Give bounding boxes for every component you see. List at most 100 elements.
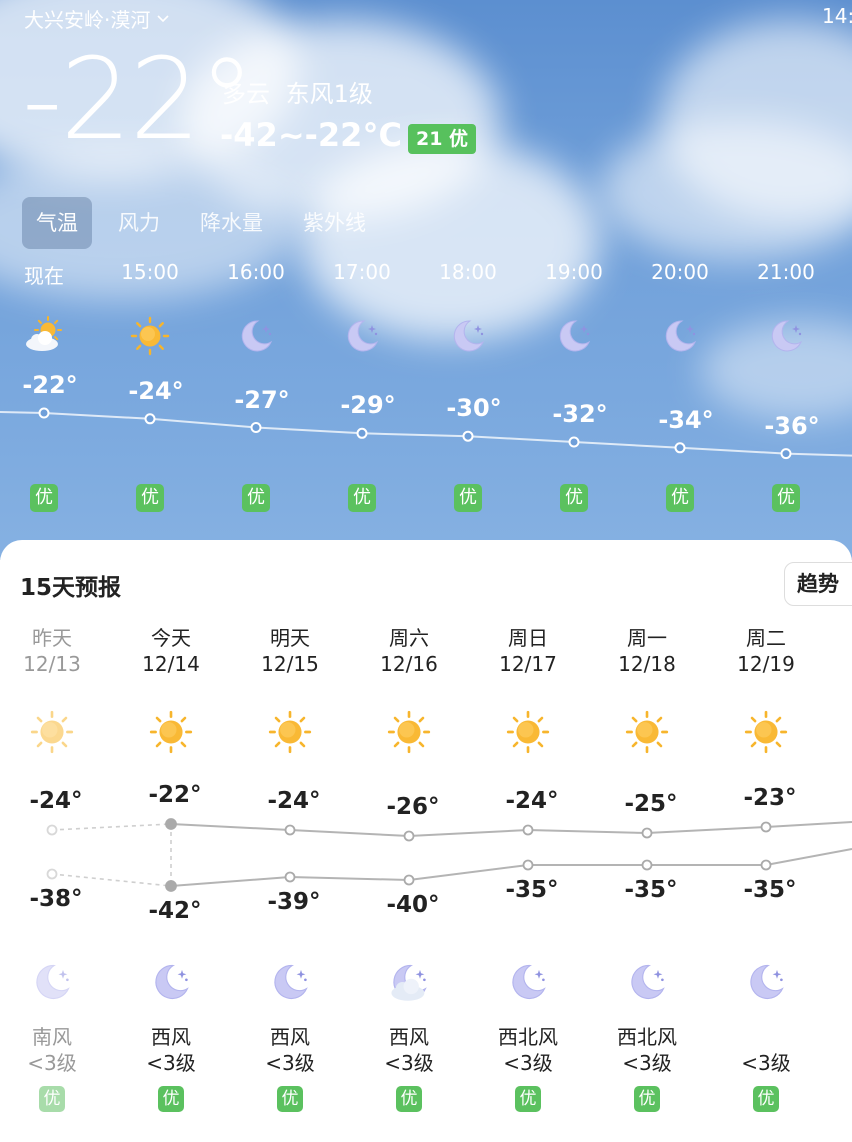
low-temp-point — [641, 859, 653, 871]
hour-aqi-badge: 优 — [136, 484, 164, 512]
high-temp-point — [165, 818, 177, 830]
night-icon-slot — [235, 960, 345, 1004]
high-temp-past-segment — [51, 823, 172, 831]
low-temp-point — [284, 871, 296, 883]
hour-aqi-badge: 优 — [666, 484, 694, 512]
hour-aqi-badge: 优 — [242, 484, 270, 512]
hour-aqi-badge: 优 — [772, 484, 800, 512]
day-high-temp: -22° — [148, 782, 202, 808]
moon-icon — [512, 964, 546, 1000]
day-aqi-badge: 优 — [39, 1086, 65, 1112]
moon-icon — [36, 964, 70, 1000]
hour-temp-label: -32° — [552, 400, 608, 428]
day-wind: <3级 — [711, 1024, 821, 1076]
hour-temp-label: -34° — [658, 405, 714, 434]
weather-header: 大兴安岭·漠河 14: -22° 多云 东风1级 -42~-22°C 21 优 … — [0, 0, 852, 560]
low-temp-point — [760, 859, 772, 871]
hour-temp-label: -27° — [234, 385, 290, 414]
day-high-temp: -26° — [386, 794, 440, 820]
day-aqi-badge: 优 — [277, 1086, 303, 1112]
hour-aqi-badge: 优 — [454, 484, 482, 512]
wind-level: <3级 — [384, 1051, 434, 1075]
wind-level: <3级 — [503, 1051, 553, 1075]
hour-aqi-badge: 优 — [348, 484, 376, 512]
wind-direction — [711, 1024, 821, 1050]
moon-icon — [274, 964, 308, 1000]
day-low-temp: -42° — [148, 898, 202, 924]
day-low-temp: -35° — [624, 877, 678, 903]
day-wind: 西风 <3级 — [235, 1024, 345, 1076]
day-aqi-badge: 优 — [396, 1086, 422, 1112]
day-low-temp: -40° — [386, 892, 440, 918]
hourly-temp-point — [568, 436, 580, 448]
night-icon-slot — [354, 960, 464, 1004]
day-wind: 西北风 <3级 — [592, 1024, 702, 1076]
wind-level: <3级 — [622, 1051, 672, 1075]
high-temp-point — [641, 827, 653, 839]
day-low-temp: -35° — [505, 877, 559, 903]
hour-temp-label: -30° — [446, 394, 502, 423]
high-temp-line — [170, 821, 852, 838]
day-wind: 南风 <3级 — [0, 1024, 107, 1076]
day-low-temp: -35° — [743, 877, 797, 903]
wind-level: <3级 — [146, 1051, 196, 1075]
night-icon-slot — [592, 960, 702, 1004]
low-temp-point — [165, 880, 177, 892]
hourly-temp-point — [250, 422, 262, 433]
wind-direction: 西北风 — [617, 1025, 677, 1049]
low-temp-past-segment — [51, 873, 172, 887]
high-temp-point — [403, 830, 415, 842]
hourly-temp-curve — [0, 407, 852, 460]
moon-icon — [631, 964, 665, 1000]
hourly-temp-point — [462, 430, 474, 442]
hour-temp-label: -29° — [340, 391, 396, 420]
high-temp-point — [760, 821, 772, 833]
day-high-temp: -24° — [505, 788, 559, 814]
day-low-temp: -38° — [29, 886, 83, 912]
wind-direction: 西风 — [270, 1025, 310, 1049]
day-low-temp: -39° — [267, 889, 321, 915]
day-aqi-badge: 优 — [158, 1086, 184, 1112]
wind-direction: 西北风 — [498, 1025, 558, 1049]
moon-icon — [750, 964, 784, 1000]
cloudy-moon-icon — [391, 964, 427, 1001]
day-high-temp: -24° — [29, 788, 83, 814]
day-high-temp: -23° — [743, 785, 797, 811]
day-wind: 西风 <3级 — [354, 1024, 464, 1076]
wind-direction: 南风 — [32, 1025, 72, 1049]
day-high-temp: -24° — [267, 788, 321, 814]
hour-aqi-badge: 优 — [560, 484, 588, 512]
hourly-temp-point — [38, 407, 50, 419]
hourly-temp-point — [356, 427, 368, 439]
hour-temp-label: -22° — [22, 371, 78, 399]
hour-temp-label: -24° — [128, 376, 184, 405]
low-temp-point — [522, 859, 534, 871]
day-aqi-badge: 优 — [634, 1086, 660, 1112]
night-icon-slot — [711, 960, 821, 1004]
wind-direction: 西风 — [151, 1025, 191, 1049]
hourly-temp-point — [144, 413, 156, 425]
day-aqi-badge: 优 — [515, 1086, 541, 1112]
night-icon-slot — [116, 960, 226, 1004]
night-icon-slot — [0, 960, 107, 1004]
wind-level: <3级 — [265, 1051, 315, 1075]
night-icon-slot — [473, 960, 583, 1004]
hourly-temp-point — [780, 448, 792, 460]
day-wind: 西风 <3级 — [116, 1024, 226, 1076]
low-temp-point — [403, 874, 415, 886]
forecast-card: 15天预报 趋势 昨天 12/13 今天 12/14 明天 12/15 周六 12/16 周日 1… — [0, 540, 852, 1142]
wind-level: <3级 — [27, 1051, 77, 1075]
hour-temp-label: -36° — [764, 411, 820, 440]
hour-aqi-badge: 优 — [30, 484, 58, 512]
high-temp-point — [522, 824, 534, 836]
wind-level: <3级 — [741, 1051, 791, 1075]
high-temp-point — [46, 824, 58, 836]
low-temp-point — [46, 868, 58, 880]
hourly-temp-point — [674, 442, 686, 454]
wind-direction: 西风 — [389, 1025, 429, 1049]
day-aqi-badge: 优 — [753, 1086, 779, 1112]
moon-icon — [155, 964, 189, 1000]
high-temp-point — [284, 824, 296, 836]
day-high-temp: -25° — [624, 791, 678, 817]
day-wind: 西北风 <3级 — [473, 1024, 583, 1076]
